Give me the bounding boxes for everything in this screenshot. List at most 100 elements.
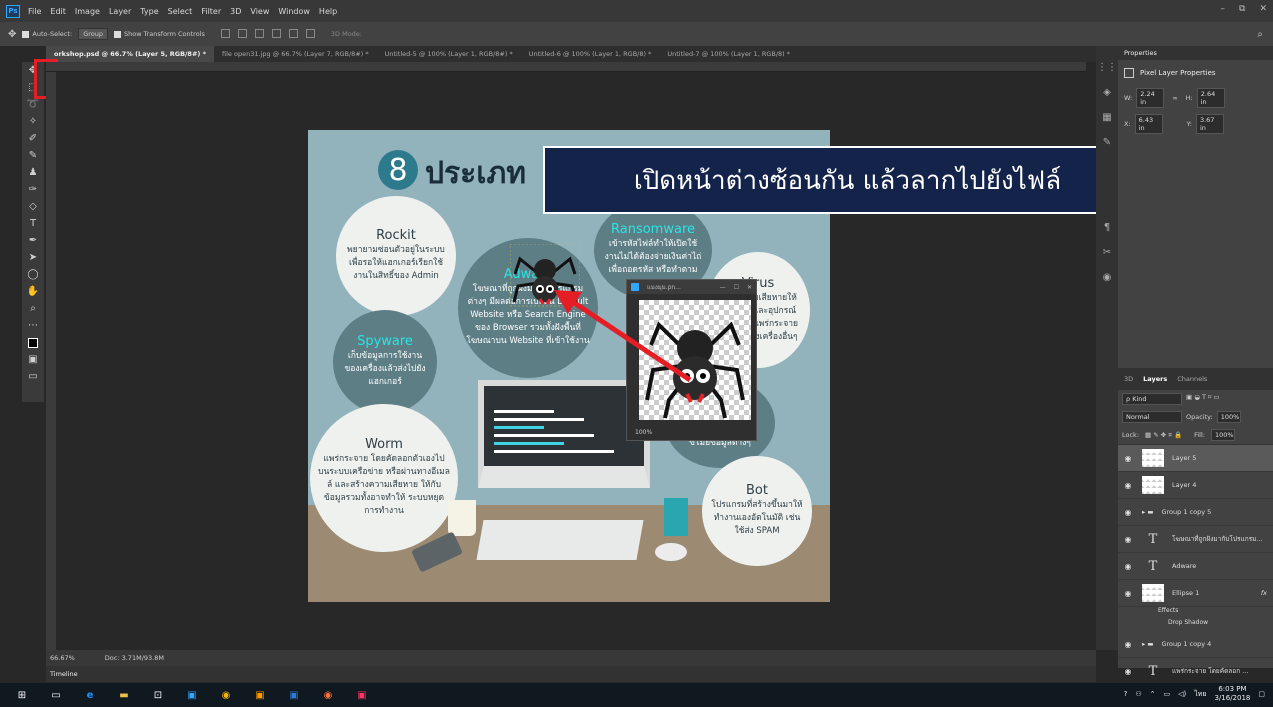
tab-channels[interactable]: Channels — [1177, 375, 1207, 383]
brush-tool-icon[interactable]: ✎ — [24, 147, 42, 164]
opacity-field[interactable]: 100% — [1216, 411, 1241, 423]
magic-wand-tool-icon[interactable]: ✧ — [24, 113, 42, 130]
edge-icon[interactable]: e — [78, 685, 102, 705]
tab-3d[interactable]: 3D — [1124, 375, 1133, 383]
effects-row[interactable]: Effects — [1118, 607, 1273, 619]
align-center-icon[interactable] — [288, 28, 298, 38]
layer-row[interactable]: ◉ Ellipse 1 fx — [1118, 580, 1273, 607]
3d-panel-icon[interactable]: ◈ — [1103, 87, 1111, 98]
align-right-icon[interactable] — [305, 28, 315, 38]
eraser-tool-icon[interactable]: ◇ — [24, 198, 42, 215]
tab-file-open31[interactable]: file open31.jpg @ 66.7% (Layer 7, RGB/8#… — [214, 46, 377, 62]
search-icon[interactable]: ⌕ — [1257, 29, 1263, 40]
show-transform-checkbox[interactable] — [114, 30, 121, 38]
tab-untitled-7[interactable]: Untitled-7 @ 100% (Layer 1, RGB/8) * — [659, 46, 798, 62]
menu-edit[interactable]: Edit — [50, 7, 66, 16]
link-icon[interactable]: ∞ — [1172, 94, 1177, 102]
menu-view[interactable]: View — [250, 7, 269, 16]
tab-workshop[interactable]: orkshop.psd @ 66.7% (Layer 5, RGB/8#) * — [46, 46, 215, 62]
menu-file[interactable]: File — [28, 7, 41, 16]
eye-icon[interactable]: ◉ — [1122, 454, 1134, 463]
type-tool-icon[interactable]: T — [24, 215, 42, 232]
auto-select-checkbox[interactable] — [22, 30, 30, 38]
swatches-panel-icon[interactable]: ▦ — [1102, 112, 1111, 123]
eye-icon[interactable]: ◉ — [1122, 535, 1134, 544]
eye-icon[interactable]: ◉ — [1122, 667, 1134, 676]
lock-icons[interactable]: ▦ ✎ ✥ ⌗ 🔒 — [1145, 431, 1182, 440]
eye-icon[interactable]: ◉ — [1122, 640, 1134, 649]
more-tools-icon[interactable]: ⋯ — [24, 317, 42, 334]
color-swatch-icon[interactable] — [24, 334, 42, 351]
tab-untitled-6[interactable]: Untitled-6 @ 100% (Layer 1, RGB/8) * — [521, 46, 660, 62]
eye-icon[interactable]: ◉ — [1122, 562, 1134, 571]
align-top-icon[interactable] — [220, 28, 230, 38]
layer-kind-filter[interactable]: ρ Kind — [1122, 393, 1182, 405]
maximize-icon[interactable]: ☐ — [734, 284, 739, 291]
layer-row[interactable]: ◉ ▸ ▬ Group 1 copy 4 — [1118, 631, 1273, 658]
history-panel-icon[interactable]: ⋮⋮ — [1097, 62, 1117, 73]
group-dropdown[interactable]: Group — [78, 28, 108, 40]
x-field[interactable]: 6.43 in — [1134, 114, 1163, 134]
width-field[interactable]: 2.24 in — [1136, 88, 1165, 108]
tray-up-icon[interactable]: ⌃ — [1150, 690, 1156, 698]
history-brush-tool-icon[interactable]: ✑ — [24, 181, 42, 198]
layer-row[interactable]: ◉ ▸ ▬ Group 1 copy 5 — [1118, 499, 1273, 526]
timeline-panel[interactable]: Timeline — [46, 666, 1096, 682]
clock[interactable]: 6:03 PM 3/16/2018 — [1214, 685, 1250, 703]
zoom-tool-icon[interactable]: ⌕ — [24, 300, 42, 317]
task-view-icon[interactable]: ▭ — [44, 685, 68, 705]
indesign-icon[interactable]: ▣ — [350, 685, 374, 705]
network-icon[interactable]: ▭ — [1163, 690, 1170, 698]
store-icon[interactable]: ⊡ — [146, 685, 170, 705]
eyedropper-tool-icon[interactable]: ✐ — [24, 130, 42, 147]
brush-panel-icon[interactable]: ✎ — [1103, 137, 1111, 148]
menu-help[interactable]: Help — [319, 7, 337, 16]
help-icon[interactable]: ? — [1124, 690, 1128, 698]
fill-field[interactable]: 100% — [1210, 429, 1235, 441]
restore-button[interactable]: ⧉ — [1239, 4, 1245, 14]
eye-icon[interactable]: ◉ — [1122, 589, 1134, 598]
chrome-icon[interactable]: ◉ — [214, 685, 238, 705]
language-indicator[interactable]: ไทย — [1194, 689, 1206, 700]
y-field[interactable]: 3.67 in — [1195, 114, 1224, 134]
styles-panel-icon[interactable]: ◉ — [1103, 272, 1112, 283]
notifications-icon[interactable]: ▢ — [1258, 690, 1265, 698]
layer-row[interactable]: ◉ Layer 5 — [1118, 445, 1273, 472]
layer-row[interactable]: ◉ T โฆษณาที่ถูกฝังมากับโปรแกรม... — [1118, 526, 1273, 553]
menu-3d[interactable]: 3D — [230, 7, 241, 16]
filter-icons[interactable]: ▣ ◒ T ⌑ ▭ — [1186, 393, 1220, 405]
pen-tool-icon[interactable]: ✒ — [24, 232, 42, 249]
stamp-tool-icon[interactable]: ♟ — [24, 164, 42, 181]
close-button[interactable]: ✕ — [1259, 4, 1267, 14]
tools-preset-icon[interactable]: ✂ — [1103, 247, 1111, 258]
windows-start-icon[interactable]: ⊞ — [10, 685, 34, 705]
illustrator-icon[interactable]: ▣ — [248, 685, 272, 705]
quick-mask-icon[interactable]: ▣ — [24, 351, 42, 368]
screen-mode-icon[interactable]: ▭ — [24, 368, 42, 385]
menu-type[interactable]: Type — [140, 7, 158, 16]
ellipse-tool-icon[interactable]: ◯ — [24, 266, 42, 283]
file-explorer-icon[interactable]: ▬ — [112, 685, 136, 705]
fx-icon[interactable]: fx — [1261, 589, 1267, 597]
align-left-icon[interactable] — [271, 28, 281, 38]
menu-image[interactable]: Image — [75, 7, 100, 16]
align-bottom-icon[interactable] — [254, 28, 264, 38]
minimize-icon[interactable]: — — [720, 284, 726, 291]
path-select-tool-icon[interactable]: ➤ — [24, 249, 42, 266]
people-icon[interactable]: ⚇ — [1135, 690, 1141, 698]
photoshop-taskbar-icon[interactable]: ▣ — [180, 685, 204, 705]
layer-row[interactable]: ◉ T Adware — [1118, 553, 1273, 580]
drop-shadow-row[interactable]: Drop Shadow — [1118, 619, 1273, 631]
menu-select[interactable]: Select — [168, 7, 193, 16]
menu-window[interactable]: Window — [278, 7, 310, 16]
tab-layers[interactable]: Layers — [1143, 375, 1167, 383]
height-field[interactable]: 2.64 in — [1196, 88, 1225, 108]
eye-icon[interactable]: ◉ — [1122, 481, 1134, 490]
close-icon[interactable]: ✕ — [747, 284, 752, 291]
layer-row[interactable]: ◉ Layer 4 — [1118, 472, 1273, 499]
word-icon[interactable]: ▣ — [282, 685, 306, 705]
zoom-level[interactable]: 66.67% — [50, 654, 75, 662]
menu-layer[interactable]: Layer — [109, 7, 131, 16]
minimize-button[interactable]: – — [1221, 4, 1226, 14]
align-middle-icon[interactable] — [237, 28, 247, 38]
